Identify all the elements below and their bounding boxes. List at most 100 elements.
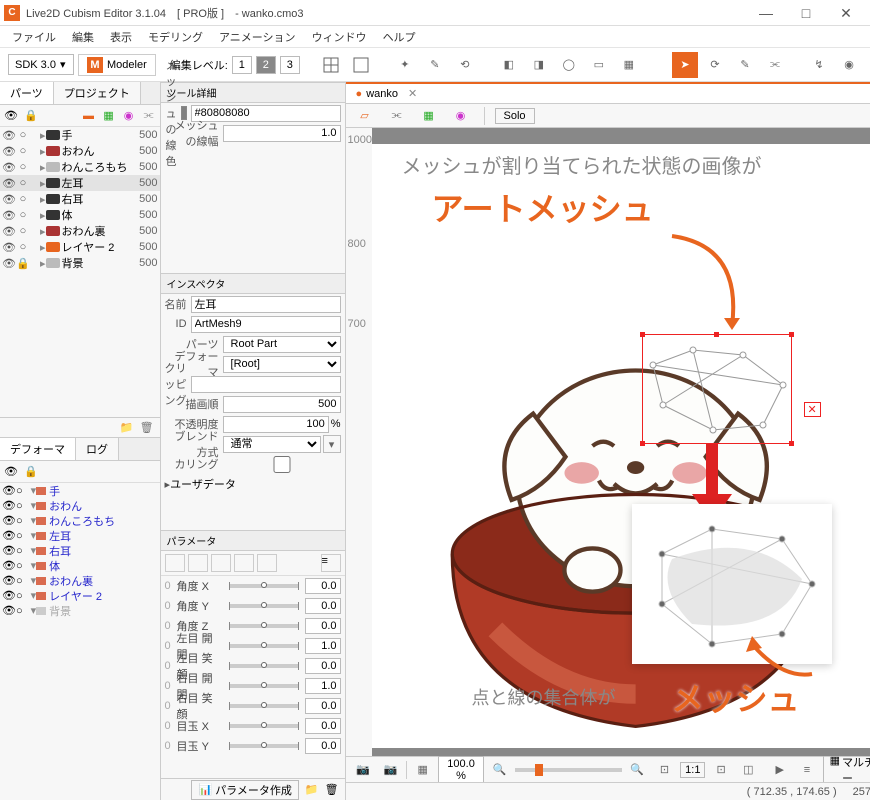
solo-button[interactable]: Solo [495,108,535,124]
selection-delete-icon[interactable]: ✕ [804,402,821,417]
eye-column-icon[interactable]: 👁 [4,109,18,123]
lock-column-icon[interactable]: 🔒 [24,465,38,479]
view-mesh-icon[interactable]: ▱ [352,103,378,129]
tool-texture-icon[interactable] [348,52,374,78]
selection-bounding-box[interactable] [642,334,792,444]
deformer-row[interactable]: 👁○▾ おわん裏 [0,573,160,588]
parts-row[interactable]: 👁○▸ おわん500 [0,143,160,159]
param-folder-icon[interactable]: 📁 [305,783,319,796]
tab-deformer[interactable]: デフォーマ [0,438,76,460]
zoom-slider[interactable] [515,768,621,772]
eye-column-icon[interactable]: 👁 [4,465,18,479]
parts-row[interactable]: 👁○▸ 手500 [0,127,160,143]
inspector-culling-checkbox[interactable] [223,456,341,473]
filter-d-icon[interactable]: ⫘ [142,109,156,123]
deformer-row[interactable]: 👁○▾ 体 [0,558,160,573]
parts-row[interactable]: 👁○▸ おわん裏500 [0,223,160,239]
edit-level-2[interactable]: 2 [256,56,276,74]
filter-a-icon[interactable]: ▬ [82,109,96,123]
tab-log[interactable]: ログ [76,438,119,460]
parameter-row[interactable]: 0目玉 X [161,716,345,736]
view-menu-icon[interactable]: ≡ [795,757,818,783]
parts-row[interactable]: 👁○▸ 右耳500 [0,191,160,207]
inspector-clipping-input[interactable] [191,376,341,393]
inspector-opacity-input[interactable] [223,416,329,433]
inspector-draworder-input[interactable] [223,396,341,413]
grid-toggle-icon[interactable]: ▦ [411,757,434,783]
tool-lasso-icon[interactable]: ◯ [556,52,582,78]
zoom-in-icon[interactable]: 🔍 [626,757,649,783]
menu-animation[interactable]: アニメーション [211,26,304,47]
trash-icon[interactable]: 🗑 [140,421,154,434]
deformer-row[interactable]: 👁○▾ 左耳 [0,528,160,543]
parameter-row[interactable]: 0右目 笑顔 [161,696,345,716]
inspector-blend-select[interactable]: 通常 [223,436,321,453]
parts-row[interactable]: 👁○▸ わんころもち500 [0,159,160,175]
parameter-list[interactable]: 0角度 X0角度 Y0角度 Z0左目 開閉0左目 笑顔0右目 開閉0右目 笑顔0… [161,576,345,778]
tool-deform-a-icon[interactable]: ◧ [496,52,522,78]
tool-deform-b-icon[interactable]: ◨ [526,52,552,78]
view-rot-icon[interactable]: ◉ [448,103,474,129]
edit-level-1[interactable]: 1 [232,56,252,74]
parameter-row[interactable]: 0目玉 Y [161,736,345,756]
inspector-parts-select[interactable]: Root Part [223,336,341,353]
parts-row[interactable]: 👁○▸ 体500 [0,207,160,223]
tab-project[interactable]: プロジェクト [54,82,141,104]
deformer-tree[interactable]: 👁○▾ 手👁○▾ おわん👁○▾ わんころもち👁○▾ 左耳👁○▾ 右耳👁○▾ 体👁… [0,483,160,793]
inspector-deformer-select[interactable]: [Root] [223,356,341,373]
sdk-version-select[interactable]: SDK 3.0▾ [8,54,74,75]
param-del-icon[interactable] [211,554,231,572]
tool-mesh-icon[interactable] [318,52,344,78]
deformer-row[interactable]: 👁○▾ 右耳 [0,543,160,558]
tool-brush-icon[interactable]: ✎ [732,52,758,78]
tab-parts[interactable]: パーツ [0,82,54,104]
param-trash-icon[interactable]: 🗑 [325,783,339,796]
tool-path-icon[interactable]: ↯ [806,52,832,78]
menu-file[interactable]: ファイル [4,26,64,47]
menu-modeling[interactable]: モデリング [140,26,211,47]
folder-icon[interactable]: 📁 [120,421,134,434]
edit-level-3[interactable]: 3 [280,56,300,74]
zoom-ratio[interactable]: 1:1 [680,762,705,778]
view-link-icon[interactable]: ⫘ [384,103,410,129]
document-tab[interactable]: ●wanko✕ [346,85,428,102]
menu-edit[interactable]: 編集 [64,26,102,47]
param-key2-icon[interactable] [165,554,185,572]
param-grid-icon[interactable] [257,554,277,572]
zoom-reset-icon[interactable]: ⊡ [709,757,732,783]
deformer-row[interactable]: 👁○▾ 背景 [0,603,160,618]
tool-rotate-icon[interactable]: ⟳ [702,52,728,78]
menu-help[interactable]: ヘルプ [375,26,424,47]
inspector-name-input[interactable] [191,296,341,313]
camera-a-icon[interactable]: 📷 [352,757,375,783]
mode-modeler-button[interactable]: M Modeler [78,54,156,76]
view-grid-icon[interactable]: ▦ [416,103,442,129]
tool-auto-icon[interactable]: ⟲ [452,52,478,78]
tool-deform-d-icon[interactable]: ▦ [616,52,642,78]
play-icon[interactable]: ▶ [768,757,791,783]
zoom-fit-icon[interactable]: ⊡ [653,757,676,783]
tool-arrow-icon[interactable]: ➤ [672,52,698,78]
param-create-button[interactable]: 📊 パラメータ作成 [191,780,298,800]
zoom-out-icon[interactable]: 🔍 [488,757,511,783]
param-calc-icon[interactable] [234,554,254,572]
deformer-row[interactable]: 👁○▾ おわん [0,498,160,513]
canvas-viewport[interactable]: 1000 800 700 [346,128,870,756]
inspector-userdata-toggle[interactable]: ユーザデータ [170,476,236,492]
tool-glue-icon[interactable]: ⫘ [762,52,788,78]
tool-pen-icon[interactable]: ✎ [422,52,448,78]
parameter-row[interactable]: 0角度 X [161,576,345,596]
camera-b-icon[interactable]: 📷 [379,757,402,783]
filter-c-icon[interactable]: ◉ [122,109,136,123]
parts-row[interactable]: 👁🔒▸ 背景500 [0,255,160,271]
parts-tree[interactable]: 👁○▸ 手500👁○▸ おわん500👁○▸ わんころもち500👁○▸ 左耳500… [0,127,160,417]
tool-deform-c-icon[interactable]: ▭ [586,52,612,78]
parts-row[interactable]: 👁○▸ レイヤー 2500 [0,239,160,255]
deformer-row[interactable]: 👁○▾ わんころもち [0,513,160,528]
param-menu-icon[interactable]: ≡ [321,554,341,572]
mesh-width-input[interactable] [223,125,341,142]
deformer-row[interactable]: 👁○▾ レイヤー 2 [0,588,160,603]
menu-view[interactable]: 表示 [102,26,140,47]
lock-column-icon[interactable]: 🔒 [24,109,38,123]
param-key3-icon[interactable] [188,554,208,572]
